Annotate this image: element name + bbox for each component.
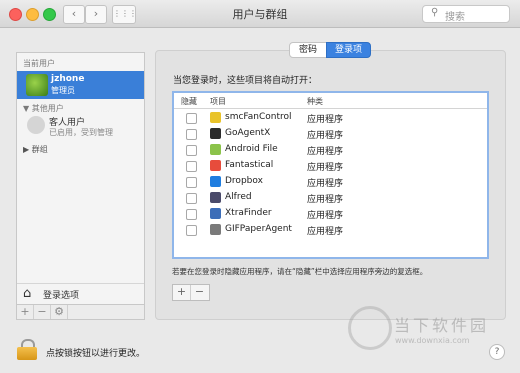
table-row[interactable]: Dropbox 应用程序 (174, 174, 487, 190)
sidebar-item-current-user[interactable]: jzhone 管理员 (17, 71, 144, 99)
app-icon (210, 112, 221, 123)
app-icon (210, 208, 221, 219)
guest-status: 已启用，受到管理 (49, 128, 113, 137)
app-name: Alfred (225, 192, 252, 202)
hide-checkbox[interactable] (186, 209, 197, 220)
login-options-item[interactable]: ⌂ 登录选项 (17, 283, 144, 304)
hide-checkbox[interactable] (186, 177, 197, 188)
column-item[interactable]: 项目 (210, 96, 226, 107)
app-name: smcFanControl (225, 112, 292, 122)
login-options-label: 登录选项 (43, 291, 80, 301)
app-name: XtraFinder (225, 208, 272, 218)
table-row[interactable]: Alfred 应用程序 (174, 190, 487, 206)
app-icon (210, 144, 221, 155)
column-kind[interactable]: 种类 (307, 96, 323, 107)
lock-text: 点按锁按钮以进行更改。 (46, 349, 146, 359)
app-icon (210, 160, 221, 171)
column-hide[interactable]: 隐藏 (181, 96, 197, 107)
app-kind: 应用程序 (307, 227, 344, 237)
login-items-table: 隐藏 项目 种类 smcFanControl 应用程序 GoAgentX 应用程序 An… (172, 91, 489, 259)
table-row[interactable]: GIFPaperAgent 应用程序 (174, 222, 487, 238)
tab-login-items[interactable]: 登录项 (326, 42, 371, 58)
remove-user-button[interactable]: − (34, 305, 51, 319)
app-name: Android File (225, 144, 278, 154)
app-kind: 应用程序 (307, 179, 344, 189)
disclosure-down-icon: ▼ (23, 104, 32, 113)
table-row[interactable]: Fantastical 应用程序 (174, 158, 487, 174)
table-row[interactable]: XtraFinder 应用程序 (174, 206, 487, 222)
app-kind: 应用程序 (307, 131, 344, 141)
house-icon: ⌂ (23, 286, 32, 301)
hide-checkbox[interactable] (186, 161, 197, 172)
disclosure-right-icon: ▶ (23, 145, 32, 154)
app-kind: 应用程序 (307, 211, 344, 221)
hide-hint: 若要在您登录时隐藏应用程序，请在“隐藏”栏中选择应用程序旁边的复选框。 (172, 267, 428, 276)
table-header: 隐藏 项目 种类 (174, 93, 487, 109)
app-name: Fantastical (225, 160, 274, 170)
app-kind: 应用程序 (307, 163, 344, 173)
app-kind: 应用程序 (307, 195, 344, 205)
hide-checkbox[interactable] (186, 129, 197, 140)
hide-checkbox[interactable] (186, 225, 197, 236)
table-row[interactable]: GoAgentX 应用程序 (174, 126, 487, 142)
app-icon (210, 224, 221, 235)
hide-checkbox[interactable] (186, 145, 197, 156)
add-remove-controls: + − (172, 284, 210, 301)
app-name: GIFPaperAgent (225, 224, 292, 234)
gear-icon[interactable]: ⚙ (51, 305, 68, 319)
watermark-logo (348, 306, 392, 350)
watermark-url: www.downxia.com (395, 336, 470, 345)
app-icon (210, 128, 221, 139)
add-item-button[interactable]: + (173, 285, 191, 300)
items-label: 当您登录时，这些项目将自动打开： (173, 76, 318, 86)
avatar (26, 74, 48, 96)
tab-password[interactable]: 密码 (289, 42, 327, 58)
current-user-role: 管理员 (51, 86, 75, 95)
users-sidebar: 当前用户 jzhone 管理员 ▼ 其他用户 客人用户 已启用，受到管理 ▶ 群… (16, 52, 145, 320)
add-user-button[interactable]: + (17, 305, 34, 319)
guest-avatar-icon (27, 116, 45, 134)
remove-item-button[interactable]: − (191, 285, 208, 300)
app-icon (210, 176, 221, 187)
title-bar: ‹ › ⋮⋮⋮ 用户与群组 ⚲ 搜索 (0, 0, 520, 28)
hide-checkbox[interactable] (186, 113, 197, 124)
sidebar-item-groups[interactable]: ▶ 群组 (23, 144, 48, 155)
search-placeholder: 搜索 (445, 12, 465, 23)
app-name: Dropbox (225, 176, 263, 186)
sidebar-item-guest[interactable]: 客人用户 已启用，受到管理 (17, 113, 144, 141)
app-name: GoAgentX (225, 128, 271, 138)
app-kind: 应用程序 (307, 147, 344, 157)
app-icon (210, 192, 221, 203)
search-icon: ⚲ (431, 7, 439, 18)
search-input[interactable]: ⚲ 搜索 (422, 5, 510, 23)
help-button[interactable]: ? (489, 344, 505, 360)
lock-icon[interactable] (17, 339, 37, 360)
app-kind: 应用程序 (307, 115, 344, 125)
table-row[interactable]: smcFanControl 应用程序 (174, 110, 487, 126)
current-user-header: 当前用户 (23, 59, 55, 68)
sidebar-toolbar: + − ⚙ (17, 304, 144, 319)
watermark-text: 当下软件园 (394, 316, 490, 335)
table-row[interactable]: Android File 应用程序 (174, 142, 487, 158)
current-user-name: jzhone (51, 74, 85, 84)
hide-checkbox[interactable] (186, 193, 197, 204)
